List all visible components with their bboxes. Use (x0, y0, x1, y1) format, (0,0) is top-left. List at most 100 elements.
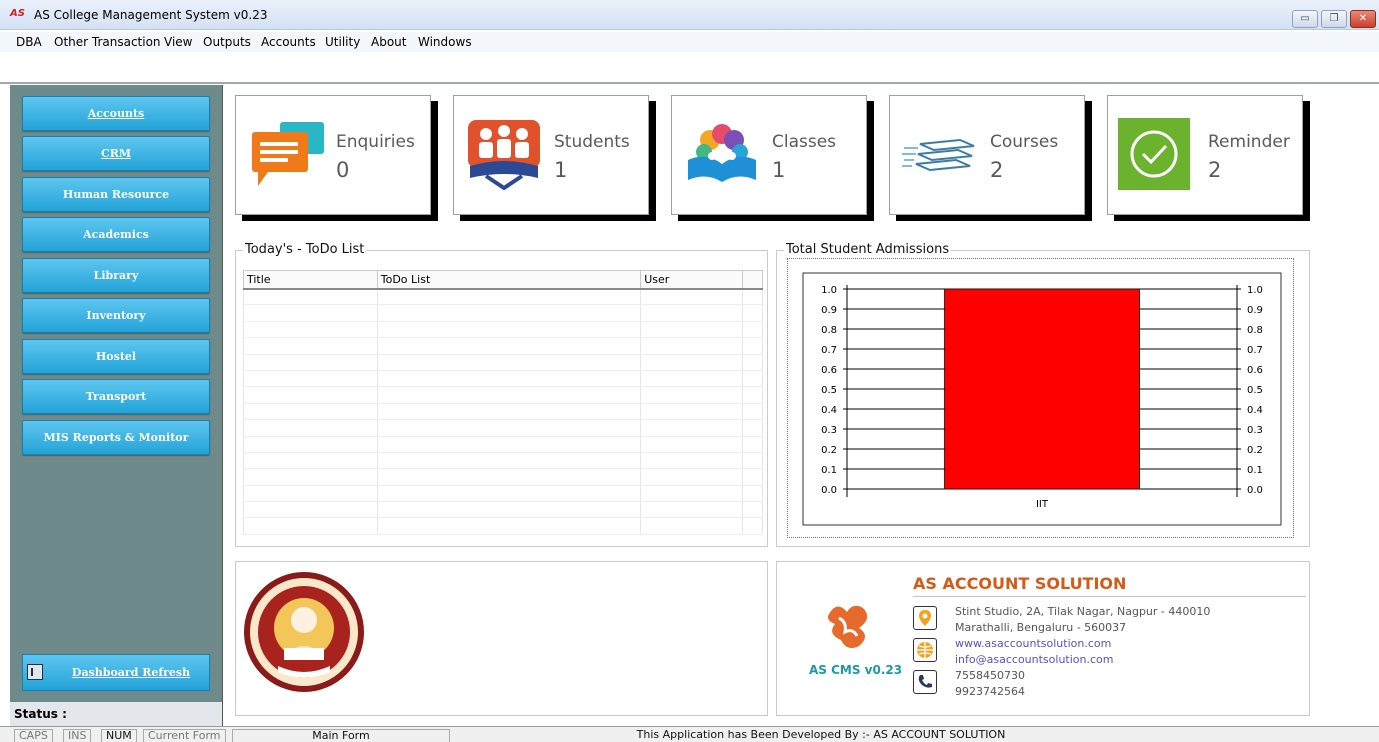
table-cell (640, 288, 744, 306)
y-tick-label-right: 0.1 (1247, 465, 1263, 476)
menu-accounts[interactable]: Accounts (261, 35, 316, 49)
menu-utility[interactable]: Utility (325, 35, 360, 49)
y-tick-label-left: 0.3 (821, 425, 837, 436)
card-title: Students (554, 132, 630, 152)
email-link[interactable]: info@asaccountsolution.com (955, 653, 1113, 666)
book-icon (688, 124, 756, 182)
table-row[interactable] (243, 304, 763, 322)
dashboard-refresh-button[interactable]: Dashboard Refresh (22, 654, 210, 691)
restore-button[interactable]: ❐ (1321, 10, 1347, 28)
y-tick-label-right: 0.3 (1247, 425, 1263, 436)
y-tick-label-right: 0.9 (1247, 305, 1263, 316)
y-tick-label-right: 0.2 (1247, 445, 1263, 456)
chart-frame: 0.0 0.0 0.1 0.1 0.2 0.2 0.3 0.3 0.4 0.4 0.5 0.5 0.6 0… (787, 258, 1294, 538)
nav-label: Academics (83, 228, 149, 241)
menu-other-transaction[interactable]: Other Transaction (54, 35, 161, 49)
nav-inventory-button[interactable]: Inventory (22, 298, 210, 333)
address-line-2: Marathalli, Bengaluru - 560037 (955, 621, 1127, 634)
nav-library-button[interactable]: Library (22, 258, 210, 293)
table-cell (243, 485, 378, 503)
table-row[interactable] (243, 436, 763, 453)
y-tick-label-left: 0.9 (821, 305, 837, 316)
y-tick-label-right: 0.7 (1247, 345, 1263, 356)
product-version: AS CMS v0.23 (809, 663, 903, 677)
table-row[interactable] (243, 485, 763, 503)
y-tick-label-right: 0.6 (1247, 365, 1263, 376)
column-header-todo[interactable]: ToDo List (376, 270, 642, 290)
globe-icon (913, 638, 937, 662)
table-row[interactable] (243, 337, 763, 355)
todo-panel: Today's - ToDo List Title ToDo List User (235, 242, 768, 547)
table-row[interactable] (243, 354, 763, 371)
todo-rows (243, 288, 763, 535)
table-row[interactable] (243, 288, 763, 306)
table-row[interactable] (243, 501, 763, 519)
courses-card[interactable]: Courses 2 (889, 95, 1085, 215)
table-row[interactable] (243, 468, 763, 486)
todo-table[interactable]: Title ToDo List User (243, 270, 763, 535)
nav-crm-button[interactable]: CRM (22, 136, 210, 171)
current-form-label: Current Form (143, 729, 226, 742)
table-cell (640, 386, 744, 404)
admissions-chart: 0.0 0.0 0.1 0.1 0.2 0.2 0.3 0.3 0.4 0.4 0.5 0.5 0.6 0… (802, 272, 1282, 526)
bar-iit (944, 288, 1140, 490)
table-cell (376, 370, 642, 388)
reminder-card[interactable]: Reminder 2 (1107, 95, 1303, 215)
students-icon (468, 120, 540, 191)
table-cell (376, 419, 642, 437)
nav-hostel-button[interactable]: Hostel (22, 339, 210, 374)
table-cell (742, 501, 763, 519)
nav-human-resource-button[interactable]: Human Resource (22, 177, 210, 212)
table-cell (742, 517, 763, 535)
app-logo-icon: AS (10, 8, 25, 19)
nav-mis-reports-button[interactable]: MIS Reports & Monitor (22, 420, 210, 455)
table-row[interactable] (243, 419, 763, 437)
table-cell (742, 436, 763, 453)
table-row[interactable] (243, 386, 763, 404)
nav-academics-button[interactable]: Academics (22, 217, 210, 252)
card-title: Reminder (1208, 132, 1290, 152)
table-cell (640, 501, 744, 519)
todo-group-title: Today's - ToDo List (243, 242, 367, 257)
card-title: Courses (990, 132, 1059, 152)
nav-accounts-button[interactable]: Accounts (22, 96, 210, 131)
menu-about[interactable]: About (371, 35, 406, 49)
menu-view[interactable]: View (164, 35, 192, 49)
nav-transport-button[interactable]: Transport (22, 379, 210, 414)
students-card[interactable]: Students 1 (453, 95, 649, 215)
table-row[interactable] (243, 452, 763, 470)
company-panel: AS CMS v0.23 AS ACCOUNT SOLUTION Stint S… (776, 561, 1310, 716)
table-cell (742, 485, 763, 503)
menu-dba[interactable]: DBA (16, 35, 42, 49)
table-row[interactable] (243, 517, 763, 535)
column-header-title[interactable]: Title (243, 270, 378, 290)
toolbar-area (0, 52, 1379, 84)
y-tick-label-left: 0.6 (821, 365, 837, 376)
table-cell (243, 288, 378, 306)
table-cell (376, 354, 642, 371)
column-header-user[interactable]: User (640, 270, 744, 290)
website-link[interactable]: www.asaccountsolution.com (955, 637, 1111, 650)
table-row[interactable] (243, 370, 763, 388)
classes-card[interactable]: Classes 1 (671, 95, 867, 215)
enquiries-card[interactable]: Enquiries 0 (235, 95, 431, 215)
nav-label: Library (93, 269, 139, 282)
close-button[interactable]: ✕ (1350, 10, 1376, 28)
y-tick-label-right: 0.5 (1247, 385, 1263, 396)
table-row[interactable] (243, 403, 763, 421)
app-window: AS AS College Management System v0.23 ▭ … (0, 0, 1379, 742)
menu-windows[interactable]: Windows (418, 35, 472, 49)
table-row[interactable] (243, 321, 763, 339)
minimize-button[interactable]: ▭ (1292, 10, 1318, 28)
y-tick-label-left: 0.8 (821, 325, 837, 336)
nav-label: Human Resource (62, 188, 170, 201)
table-cell (742, 288, 763, 306)
title-bar: AS AS College Management System v0.23 ▭ … (0, 0, 1379, 30)
table-cell (376, 321, 642, 339)
developer-message: This Application has Been Developed By :… (636, 728, 1006, 741)
table-cell (640, 517, 744, 535)
table-cell (243, 419, 378, 437)
card-count: 2 (990, 158, 1004, 182)
table-cell (742, 452, 763, 470)
menu-outputs[interactable]: Outputs (203, 35, 251, 49)
